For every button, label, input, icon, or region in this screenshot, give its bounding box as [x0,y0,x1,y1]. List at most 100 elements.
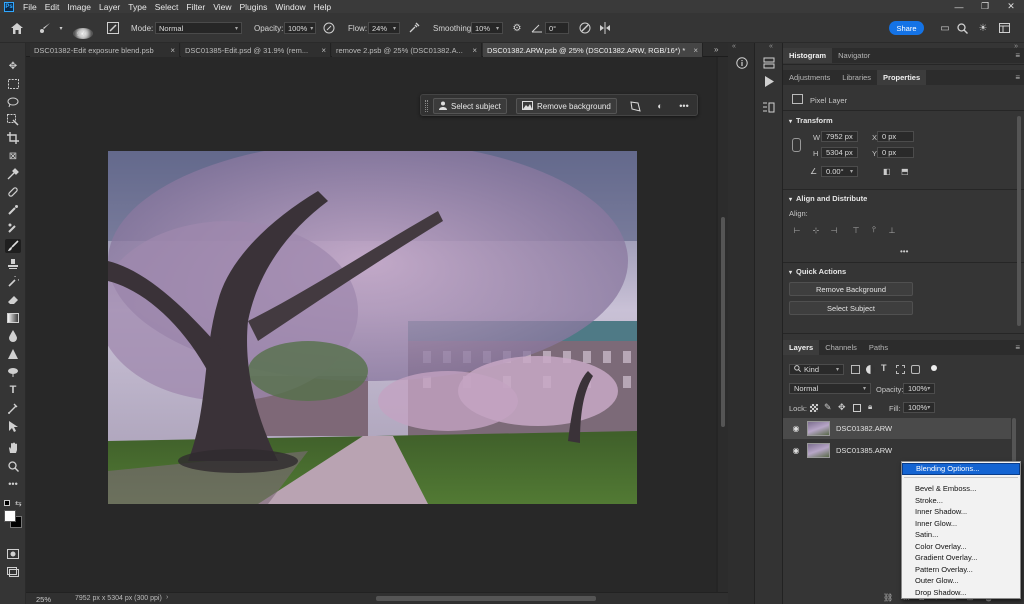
properties-scrollbar[interactable] [1017,116,1021,326]
layer-opacity-field[interactable]: 100% ▾ [903,383,935,394]
color-replacement-tool-icon[interactable] [5,221,21,235]
canvas-horizontal-scrollbar[interactable] [376,596,596,601]
quick-mask-icon[interactable] [5,547,21,561]
menu-item-inner-glow[interactable]: Inner Glow... [902,518,1020,530]
tab-properties[interactable]: Properties [877,70,927,85]
fill-field[interactable]: 100% ▾ [903,402,935,413]
x-position-field[interactable]: 0 px [877,131,914,142]
tab-layers[interactable]: Layers [783,340,820,355]
menu-item-bevel-emboss[interactable]: Bevel & Emboss... [902,483,1020,495]
scroll-thumb[interactable] [721,217,725,427]
menu-item-gradient-overlay[interactable]: Gradient Overlay... [902,552,1020,564]
visibility-eye-icon[interactable]: ◉ [789,424,803,433]
default-colors-icon[interactable] [4,500,10,506]
pressure-size-icon[interactable] [578,21,592,35]
layer-row[interactable]: ◉ DSC01382.ARW [783,418,1011,439]
close-icon[interactable]: × [472,46,477,55]
align-right-icon[interactable]: ⊣ [829,225,839,235]
gradient-tool-icon[interactable] [5,311,21,325]
hand-tool-icon[interactable] [5,441,21,455]
crop-tool-icon[interactable] [5,131,21,145]
type-tool-icon[interactable]: T [5,383,21,397]
align-more-icon[interactable]: ••• [900,247,908,256]
align-top-icon[interactable]: ⊤ [851,225,861,235]
collapse-dock-icon[interactable]: « [769,43,773,50]
edit-toolbar-icon[interactable]: ••• [5,477,21,491]
tab-paths[interactable]: Paths [863,340,894,355]
link-layers-icon[interactable]: ⛓ [883,593,893,602]
panel-menu-icon[interactable]: ≡ [1015,73,1020,82]
document-info[interactable]: 7952 px x 5304 px (300 ppi) [75,595,162,602]
blend-mode-select[interactable]: Normal ▾ [789,383,871,394]
select-subject-panel-button[interactable]: Select Subject [789,301,913,315]
flip-vertical-icon[interactable]: ⬒ [901,167,912,177]
path-selection-tool-icon[interactable] [5,401,21,415]
lock-image-icon[interactable]: ✎ [824,402,832,413]
status-expand-icon[interactable]: › [166,594,168,601]
chevron-down-icon[interactable]: ▾ [54,21,68,35]
object-selection-tool-icon[interactable] [5,113,21,127]
menu-image[interactable]: Image [63,2,95,12]
restore-icon[interactable]: ❐ [972,0,998,13]
transform-icon[interactable] [628,99,642,113]
flow-field[interactable]: 24% ▾ [368,22,400,34]
panel-menu-icon[interactable]: ≡ [1015,51,1020,60]
play-actions-icon[interactable] [760,73,777,89]
close-icon[interactable]: × [321,46,326,55]
align-left-icon[interactable]: ⊢ [792,225,802,235]
layer-kind-filter[interactable]: Kind ▾ [789,364,844,375]
drag-handle-icon[interactable] [425,100,428,112]
home-icon[interactable] [10,21,24,35]
align-center-vertical-icon[interactable]: ⫯ [869,225,879,235]
lasso-tool-icon[interactable] [5,95,21,109]
close-icon[interactable]: × [693,46,698,55]
tab-adjustments[interactable]: Adjustments [783,70,836,85]
quick-actions-section-header[interactable]: ▾ Quick Actions [789,267,846,276]
tab-document-1[interactable]: DSC01382-Edit exposure blend.psb × [30,43,180,57]
angle-field[interactable]: 0.00° ▾ [821,166,858,177]
menu-window[interactable]: Window [271,2,309,12]
minimize-icon[interactable]: — [946,0,972,13]
menu-edit[interactable]: Edit [41,2,64,12]
tab-libraries[interactable]: Libraries [836,70,877,85]
info-icon[interactable] [733,55,750,71]
angle-field[interactable]: 0° [545,22,569,34]
lock-all-icon[interactable]: 🔒︎ [868,402,872,412]
menu-help[interactable]: Help [310,2,335,12]
align-center-horizontal-icon[interactable]: ⊹ [811,225,821,235]
menu-item-inner-shadow[interactable]: Inner Shadow... [902,506,1020,518]
menu-select[interactable]: Select [151,2,183,12]
layer-row[interactable]: ◉ DSC01385.ARW [783,440,1011,461]
pressure-opacity-icon[interactable] [322,21,336,35]
filter-toggle-icon[interactable] [931,365,937,371]
tab-document-active[interactable]: DSC01382.ARW.psb @ 25% (DSC01382.ARW, RG… [483,43,703,57]
workspace-layout-icon[interactable] [997,21,1011,35]
menu-item-color-overlay[interactable]: Color Overlay... [902,541,1020,553]
lock-transparency-icon[interactable] [810,404,818,412]
lock-position-icon[interactable]: ✥ [838,402,846,413]
menu-filter[interactable]: Filter [182,2,209,12]
close-window-icon[interactable]: ✕ [998,0,1024,13]
align-distribute-section-header[interactable]: ▾ Align and Distribute [789,194,867,203]
visibility-eye-icon[interactable]: ◉ [789,446,803,455]
remove-background-panel-button[interactable]: Remove Background [789,282,913,296]
cloud-documents-icon[interactable]: ▭ [938,21,952,35]
zoom-tool-icon[interactable] [5,459,21,473]
brush-settings-icon[interactable] [106,21,120,35]
collapse-dock-icon[interactable]: « [732,43,736,50]
share-button[interactable]: Share [889,21,924,35]
opacity-field[interactable]: 100% ▾ [284,22,316,34]
clone-stamp-tool-icon[interactable] [5,257,21,271]
libraries-icon[interactable] [760,55,777,71]
menu-item-blending-options[interactable]: Blending Options... [902,463,1020,475]
menu-item-outer-glow[interactable]: Outer Glow... [902,575,1020,587]
spot-healing-tool-icon[interactable] [5,185,21,199]
select-subject-button[interactable]: Select subject [433,98,507,114]
discover-lightbulb-icon[interactable]: ☀ [976,21,990,35]
tab-document-2[interactable]: DSC01385-Edit.psd @ 31.9% (rem... × [181,43,331,57]
filter-smart-object-icon[interactable] [911,365,920,374]
canvas-vertical-scrollbar[interactable] [718,57,728,592]
tab-navigator[interactable]: Navigator [832,48,876,63]
tab-document-3[interactable]: remove 2.psb @ 25% (DSC01382.A... × [332,43,482,57]
more-options-icon[interactable]: ••• [677,99,691,113]
